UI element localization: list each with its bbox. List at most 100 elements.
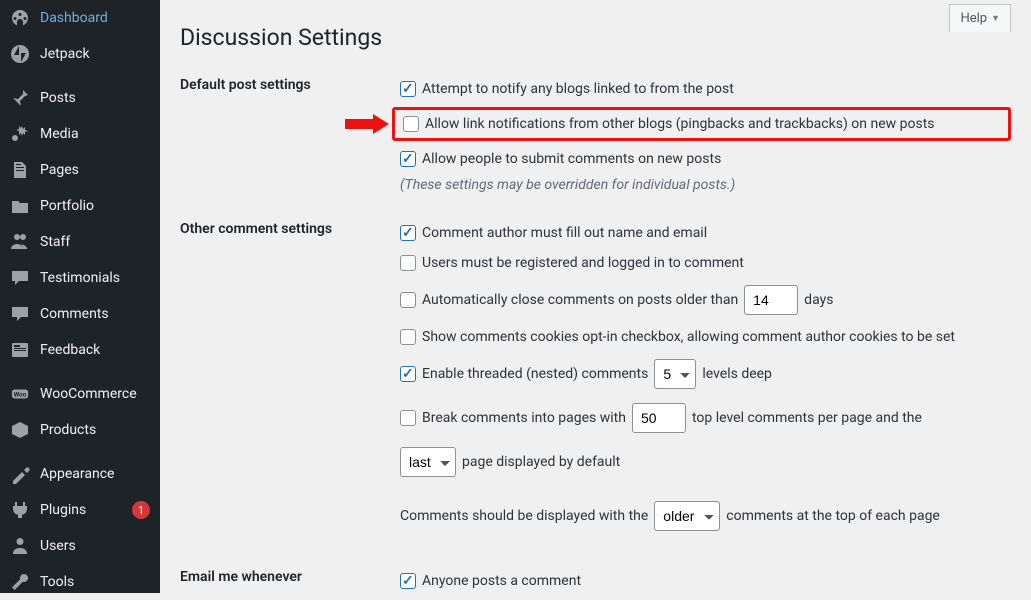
checkbox-paginate[interactable]	[400, 410, 416, 426]
opt-registered: Users must be registered and logged in t…	[400, 251, 1011, 281]
label-registered: Users must be registered and logged in t…	[422, 255, 744, 271]
feedback-icon	[10, 340, 30, 360]
sidebar-item-posts[interactable]: Posts	[0, 72, 160, 116]
sidebar-item-products[interactable]: Products	[0, 412, 160, 448]
comment-icon	[10, 304, 30, 324]
sidebar-item-label: Feedback	[40, 342, 150, 358]
checkbox-registered[interactable]	[400, 255, 416, 271]
svg-text:Woo: Woo	[14, 391, 27, 399]
default-settings-note: (These settings may be overridden for in…	[400, 177, 1011, 193]
checkbox-notify-linked[interactable]	[400, 81, 416, 97]
page-title: Discussion Settings	[180, 24, 1011, 51]
label-allow-pingbacks: Allow link notifications from other blog…	[425, 116, 935, 132]
opt-cookies: Show comments cookies opt-in checkbox, a…	[400, 325, 1011, 355]
sidebar-item-feedback[interactable]: Feedback	[0, 332, 160, 368]
settings-form: Default post settings Attempt to notify …	[180, 77, 1011, 593]
opt-name-email: Comment author must fill out name and em…	[400, 221, 1011, 251]
sidebar-item-label: Dashboard	[40, 10, 150, 26]
appearance-icon	[10, 464, 30, 484]
section-email-heading: Email me whenever	[180, 569, 400, 593]
opt-notify-linked: Attempt to notify any blogs linked to fr…	[400, 77, 1011, 107]
page-icon	[10, 160, 30, 180]
sidebar-item-label: Plugins	[40, 502, 122, 518]
user-icon	[10, 536, 30, 556]
help-label: Help	[960, 11, 987, 26]
admin-sidebar: Dashboard Jetpack Posts Media Pages Portfolio…	[0, 0, 160, 593]
select-threaded-levels[interactable]: 5	[654, 359, 696, 389]
sidebar-item-label: Comments	[40, 306, 150, 322]
sidebar-item-users[interactable]: Users	[0, 528, 160, 564]
plugin-icon	[10, 500, 30, 520]
jetpack-icon	[10, 44, 30, 64]
label-threaded-suffix: levels deep	[702, 366, 772, 382]
sidebar-item-testimonials[interactable]: Testimonials	[0, 260, 160, 296]
label-cookies: Show comments cookies opt-in checkbox, a…	[422, 329, 955, 345]
sidebar-item-pages[interactable]: Pages	[0, 152, 160, 188]
input-autoclose-days[interactable]	[744, 285, 798, 315]
input-per-page[interactable]	[632, 403, 686, 433]
media-icon	[10, 124, 30, 144]
pin-icon	[10, 88, 30, 108]
label-paginate-prefix: Break comments into pages with	[422, 410, 626, 426]
section-other-heading: Other comment settings	[180, 221, 400, 569]
select-display-order[interactable]: older	[654, 501, 720, 531]
checkbox-name-email[interactable]	[400, 225, 416, 241]
opt-autoclose: Automatically close comments on posts ol…	[400, 281, 1011, 325]
checkbox-email-anyone[interactable]	[400, 573, 416, 589]
opt-display-order: Comments should be displayed with the ol…	[400, 497, 1011, 541]
sidebar-item-label: Portfolio	[40, 198, 150, 214]
sidebar-item-portfolio[interactable]: Portfolio	[0, 188, 160, 224]
opt-paginate: Break comments into pages with top level…	[400, 399, 1011, 443]
label-allow-comments: Allow people to submit comments on new p…	[422, 151, 721, 167]
sidebar-item-staff[interactable]: Staff	[0, 224, 160, 260]
sidebar-item-label: WooCommerce	[40, 386, 150, 402]
sidebar-item-label: Appearance	[40, 466, 150, 482]
checkbox-autoclose[interactable]	[400, 292, 416, 308]
label-display-suffix: comments at the top of each page	[726, 508, 940, 524]
sidebar-menu: Dashboard Jetpack Posts Media Pages Portfolio…	[0, 0, 160, 600]
label-email-anyone: Anyone posts a comment	[422, 573, 581, 589]
opt-paginate-2: last page displayed by default	[400, 443, 1011, 487]
tool-icon	[10, 572, 30, 592]
staff-icon	[10, 232, 30, 252]
product-icon	[10, 420, 30, 440]
sidebar-item-tools[interactable]: Tools	[0, 564, 160, 600]
portfolio-icon	[10, 196, 30, 216]
opt-allow-pingbacks: Allow link notifications from other blog…	[392, 107, 1011, 141]
sidebar-item-label: Testimonials	[40, 270, 150, 286]
checkbox-allow-pingbacks[interactable]	[403, 116, 419, 132]
label-display-prefix: Comments should be displayed with the	[400, 508, 648, 524]
sidebar-item-label: Tools	[40, 574, 150, 590]
section-default-heading: Default post settings	[180, 77, 400, 221]
sidebar-item-appearance[interactable]: Appearance	[0, 448, 160, 492]
label-paginate-suffix: page displayed by default	[462, 454, 620, 470]
opt-allow-comments: Allow people to submit comments on new p…	[400, 147, 1011, 177]
label-threaded-prefix: Enable threaded (nested) comments	[422, 366, 648, 382]
select-page-order[interactable]: last	[400, 447, 456, 477]
checkbox-threaded[interactable]	[400, 366, 416, 382]
sidebar-item-label: Pages	[40, 162, 150, 178]
sidebar-item-comments[interactable]: Comments	[0, 296, 160, 332]
opt-threaded: Enable threaded (nested) comments 5 leve…	[400, 355, 1011, 399]
sidebar-item-plugins[interactable]: Plugins1	[0, 492, 160, 528]
sidebar-item-woocommerce[interactable]: Woo WooCommerce	[0, 368, 160, 412]
checkbox-allow-comments[interactable]	[400, 151, 416, 167]
sidebar-item-label: Products	[40, 422, 150, 438]
sidebar-item-label: Posts	[40, 90, 150, 106]
label-name-email: Comment author must fill out name and em…	[422, 225, 707, 241]
checkbox-cookies[interactable]	[400, 329, 416, 345]
opt-email-anyone: Anyone posts a comment	[400, 569, 1011, 593]
sidebar-item-label: Media	[40, 126, 150, 142]
testimonial-icon	[10, 268, 30, 288]
label-autoclose-suffix: days	[804, 292, 833, 308]
sidebar-item-dashboard[interactable]: Dashboard	[0, 0, 160, 36]
sidebar-item-label: Staff	[40, 234, 150, 250]
sidebar-item-media[interactable]: Media	[0, 116, 160, 152]
sidebar-item-jetpack[interactable]: Jetpack	[0, 36, 160, 72]
help-tab[interactable]: Help ▼	[949, 4, 1011, 32]
woo-icon: Woo	[10, 384, 30, 404]
dashboard-icon	[10, 8, 30, 28]
chevron-down-icon: ▼	[991, 13, 1000, 24]
label-notify-linked: Attempt to notify any blogs linked to fr…	[422, 81, 734, 97]
label-paginate-mid: top level comments per page and the	[692, 410, 922, 426]
